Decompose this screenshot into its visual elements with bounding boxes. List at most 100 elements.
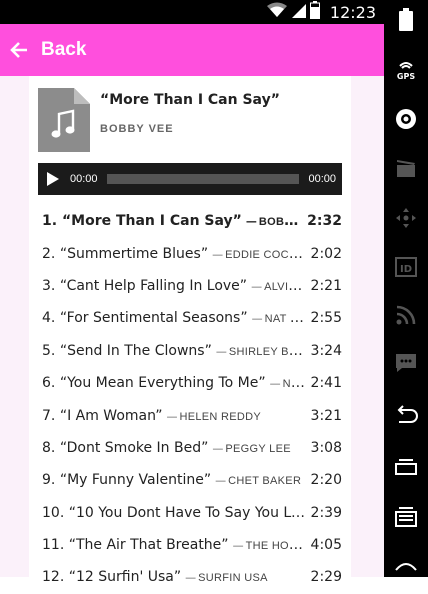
separator: — (212, 441, 224, 455)
playlist-item[interactable]: 2. “Summertime Blues”—EDDIE COCHRAN2:02 (42, 237, 342, 269)
playlist-item[interactable]: 5. “Send In The Clowns”—SHIRLEY BASSEY3:… (42, 335, 342, 367)
separator: — (185, 571, 197, 585)
track-title: “More Than I Can Say” (61, 213, 242, 230)
track-duration: 2:02 (310, 245, 342, 262)
separator: — (215, 344, 227, 358)
track-title: “12 Surfin' Usa” (68, 569, 182, 586)
dpad-icon[interactable] (392, 204, 420, 232)
playlist-item[interactable]: 6. “You Mean Everything To Me”—NEIL SEDA… (42, 367, 342, 399)
playlist-item-text: 9. “My Funny Valentine” — CHET BAKER (42, 472, 306, 488)
camera-icon[interactable] (392, 105, 420, 133)
playlist-item[interactable]: 9. “My Funny Valentine” — CHET BAKER 2:20 (42, 464, 342, 496)
track-duration: 3:24 (310, 342, 342, 359)
chat-icon[interactable] (392, 349, 420, 377)
track-number: 6. (42, 375, 56, 392)
track-number: 2. (42, 245, 56, 262)
track-duration: 2:21 (310, 277, 342, 294)
track-duration: 2:32 (307, 213, 342, 230)
track-duration: 2:55 (310, 310, 342, 327)
playlist-item-text: 2. “Summertime Blues”—EDDIE COCHRAN (42, 246, 306, 262)
track-duration: 2:20 (310, 472, 342, 489)
track-title: “Dont Smoke In Bed” (59, 439, 209, 456)
separator: — (166, 409, 178, 423)
play-icon[interactable] (47, 171, 63, 187)
playlist-item-text: 3. “Cant Help Falling In Love”—ALVIS PRE… (42, 278, 306, 294)
recents-nav-icon[interactable] (392, 502, 420, 530)
track-title: “Send In The Clowns” (59, 342, 212, 359)
status-time: 12:23 (329, 2, 376, 22)
svg-text:ID: ID (400, 264, 412, 275)
signal-icon (291, 2, 306, 23)
now-playing-artist: BOBBY VEE (100, 123, 174, 135)
playlist-item[interactable]: 4. “For Sentimental Seasons”—NAT KING CO… (42, 302, 342, 334)
menu-nav-icon[interactable] (392, 546, 420, 574)
rss-icon[interactable] (392, 301, 420, 329)
playlist-item-text: 8. “Dont Smoke In Bed” — PEGGY LEE (42, 440, 306, 456)
track-number: 3. (42, 277, 56, 294)
status-bar: 12:23 (0, 0, 384, 24)
separator: — (269, 377, 281, 391)
track-number: 12. (42, 569, 65, 586)
back-button[interactable]: Back (41, 39, 86, 61)
playlist-item[interactable]: 3. “Cant Help Falling In Love”—ALVIS PRE… (42, 270, 342, 302)
playlist-item[interactable]: 8. “Dont Smoke In Bed” — PEGGY LEE 3:08 (42, 432, 342, 464)
back-nav-icon[interactable] (392, 401, 420, 429)
track-artist: HELEN REDDY (179, 410, 262, 423)
separator: — (251, 279, 263, 293)
track-duration: 3:08 (310, 439, 342, 456)
playlist-item-text: 1. “More Than I Can Say”—BOBBY VEE (42, 213, 302, 229)
track-duration: 4:05 (310, 537, 342, 554)
nav-battery-icon (392, 6, 420, 34)
playlist-item-text: 7. “I Am Woman” — HELEN REDDY (42, 408, 306, 424)
playlist-item-text: 4. “For Sentimental Seasons”—NAT KING CO… (42, 310, 306, 326)
track-number: 4. (42, 310, 56, 327)
separator: — (215, 474, 227, 488)
track-duration: 2:29 (310, 569, 342, 586)
separator: — (232, 539, 244, 553)
playlist: 1. “More Than I Can Say”—BOBBY VEE2:322.… (42, 205, 342, 594)
device-nav-bar: GPS ID (384, 0, 428, 577)
duration-time: 00:00 (308, 173, 336, 185)
clapper-icon[interactable] (392, 154, 420, 182)
track-artist: NAT KING COLE (264, 313, 306, 326)
separator: — (245, 215, 257, 229)
track-number: 9. (42, 472, 56, 489)
id-icon[interactable]: ID (392, 253, 420, 281)
playlist-item[interactable]: 11. “The Air That Breathe”—THE HOLLIES4:… (42, 529, 342, 561)
track-number: 5. (42, 342, 56, 359)
now-playing-title: “More Than I Can Say” (100, 92, 280, 108)
playlist-item-text: 11. “The Air That Breathe”—THE HOLLIES (42, 537, 306, 553)
track-artist: NEIL SEDAKA (282, 378, 306, 391)
track-number: 10. (42, 504, 65, 521)
track-artist: SURFIN USA (198, 572, 268, 585)
playlist-item[interactable]: 7. “I Am Woman” — HELEN REDDY 3:21 (42, 399, 342, 431)
track-duration: 2:41 (310, 375, 342, 392)
playlist-item[interactable]: 1. “More Than I Can Say”—BOBBY VEE 2:32 (42, 205, 342, 237)
separator: — (251, 312, 263, 326)
wifi-icon (266, 2, 288, 23)
back-arrow-icon[interactable] (4, 35, 34, 65)
track-artist: ALVIS PRESLEY (264, 280, 305, 293)
battery-icon (309, 0, 320, 24)
track-number: 8. (42, 439, 56, 456)
seek-bar[interactable] (106, 174, 299, 184)
track-title: “I Am Woman” (59, 407, 163, 424)
svg-text:GPS: GPS (397, 72, 415, 81)
home-nav-icon[interactable] (392, 452, 420, 480)
track-artist: EDDIE COCHRAN (225, 248, 306, 261)
playlist-item-text: 5. “Send In The Clowns”—SHIRLEY BASSEY (42, 343, 306, 359)
track-artist: BOBBY VEE (258, 216, 302, 229)
track-number: 1. (42, 213, 58, 230)
playlist-item[interactable]: 10. “10 You Dont Have To Say You Love Me… (42, 497, 342, 529)
track-title: “Cant Help Falling In Love” (59, 277, 248, 294)
player-card: “More Than I Can Say” BOBBY VEE 00:00 00… (29, 76, 351, 585)
track-title: “For Sentimental Seasons” (59, 310, 248, 327)
track-artist: SHIRLEY BASSEY (228, 345, 306, 358)
track-title: “10 You Dont Have To Say You Love Me” (68, 504, 306, 521)
track-title: “My Funny Valentine” (59, 472, 212, 489)
playlist-item[interactable]: 12. “12 Surfin' Usa” — SURFIN USA 2:29 (42, 561, 342, 593)
track-artist: THE HOLLIES (245, 540, 306, 553)
gps-icon[interactable]: GPS (392, 55, 420, 83)
playlist-item-text: 12. “12 Surfin' Usa” — SURFIN USA (42, 569, 306, 585)
playlist-item-text: 6. “You Mean Everything To Me”—NEIL SEDA… (42, 375, 306, 391)
